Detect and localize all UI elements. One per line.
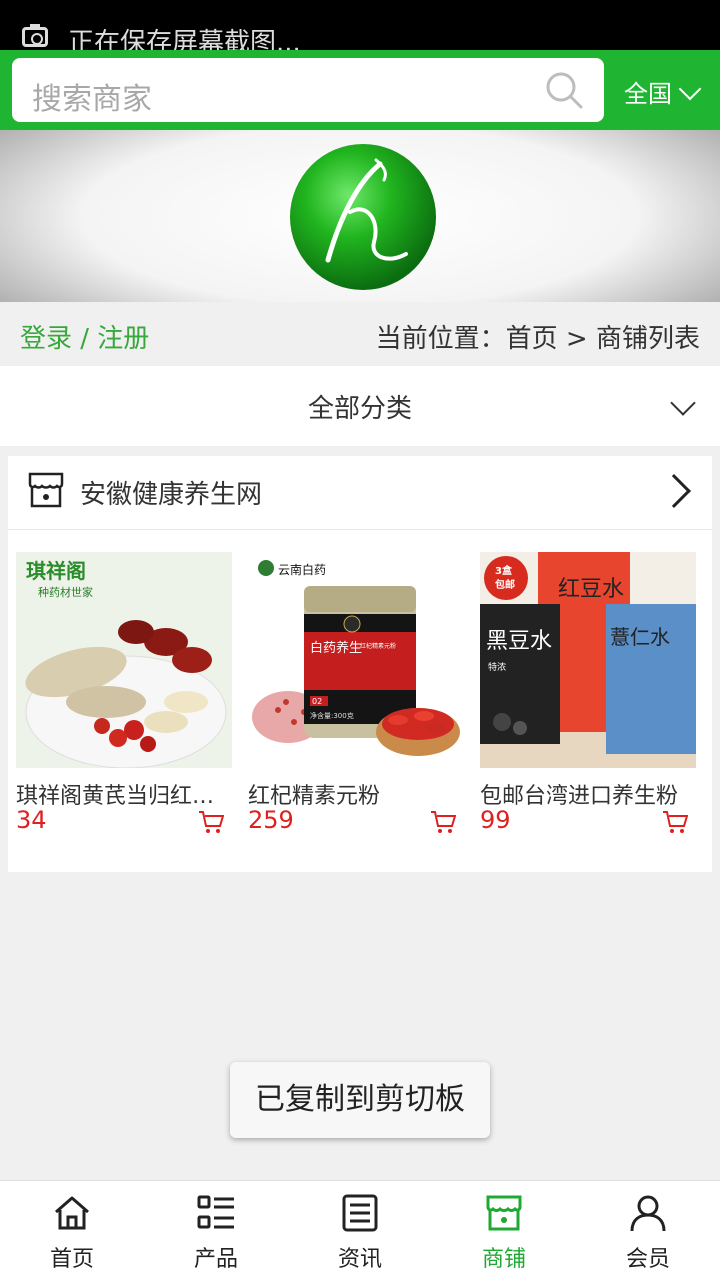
- product-price: 259: [248, 806, 294, 834]
- nav-item-shops[interactable]: 商铺: [432, 1181, 576, 1280]
- nav-label: 产品: [193, 1247, 238, 1272]
- region-selector[interactable]: 全国: [624, 74, 702, 109]
- breadcrumb-bar: 登录 / 注册 当前位置：首页 > 商铺列表: [0, 302, 720, 366]
- product-image-free-ship: 包邮: [495, 578, 515, 591]
- product-image[interactable]: 红豆水 黑豆水 特浓 薏仁水 3盒 包邮: [480, 552, 696, 768]
- nav-item-member[interactable]: 会员: [576, 1181, 720, 1280]
- product-image-black-bean: 黑豆水: [486, 629, 552, 654]
- product-price: 99: [480, 806, 511, 834]
- product-card[interactable]: 琪祥阁 种药材世家 琪祥阁黄芪当归红枣枸杞 34: [16, 552, 232, 834]
- nav-item-products[interactable]: 产品: [144, 1181, 288, 1280]
- chevron-down-icon: [678, 77, 702, 101]
- login-register-link[interactable]: 登录 / 注册: [20, 318, 149, 355]
- cart-icon[interactable]: [198, 810, 224, 834]
- shop-name: 安徽健康养生网: [80, 480, 263, 510]
- bottom-nav: 首页 产品 资讯 商铺 会员: [0, 1180, 720, 1280]
- nav-item-home[interactable]: 首页: [0, 1181, 144, 1280]
- chevron-right-icon[interactable]: [657, 474, 691, 508]
- cart-icon[interactable]: [662, 810, 688, 834]
- camera-icon: [22, 24, 48, 47]
- product-image-red-bean: 红豆水: [558, 577, 624, 602]
- nav-label: 商铺: [481, 1247, 526, 1272]
- product-image[interactable]: 琪祥阁 种药材世家: [16, 552, 232, 768]
- product-image-box-count: 3盒: [495, 564, 513, 577]
- shop-card: 安徽健康养生网 琪祥阁 种药材世家 琪祥阁黄芪当归红枣 34 云南白药 白药养生…: [8, 456, 712, 872]
- product-image[interactable]: 云南白药 白药养生 红杞精素元粉 02 净含量:300克: [248, 552, 464, 768]
- product-image-brand: 琪祥阁: [26, 559, 86, 583]
- product-image-line: 白药养生: [310, 640, 362, 656]
- herbal-mix-image: 琪祥阁 种药材世家: [16, 552, 232, 768]
- category-dropdown[interactable]: 全部分类: [0, 366, 720, 446]
- region-label: 全国: [624, 80, 672, 108]
- user-icon: [630, 1195, 666, 1232]
- breadcrumb: 当前位置：首页 > 商铺列表: [375, 324, 700, 354]
- product-card[interactable]: 云南白药 白药养生 红杞精素元粉 02 净含量:300克 红杞精素元粉 259: [248, 552, 464, 834]
- search-icon[interactable]: [544, 70, 584, 110]
- nav-label: 资讯: [337, 1247, 382, 1272]
- product-image-slogan: 种药材世家: [38, 585, 93, 599]
- status-bar: 正在保存屏幕截图...: [0, 0, 720, 58]
- product-price: 34: [16, 806, 47, 834]
- drink-boxes-image: 红豆水 黑豆水 特浓 薏仁水 3盒 包邮: [480, 552, 696, 768]
- product-image-name: 红杞精素元粉: [360, 642, 396, 650]
- shop-banner: [0, 130, 720, 302]
- store-icon: [486, 1195, 522, 1231]
- nav-item-news[interactable]: 资讯: [288, 1181, 432, 1280]
- nav-label: 会员: [625, 1247, 670, 1272]
- product-image-weight: 净含量:300克: [310, 711, 354, 720]
- cart-icon[interactable]: [430, 810, 456, 834]
- search-placeholder: 搜索商家: [32, 82, 152, 117]
- category-label: 全部分类: [307, 394, 412, 424]
- copied-toast: 已复制到剪切板: [230, 1062, 490, 1138]
- product-card[interactable]: 红豆水 黑豆水 特浓 薏仁水 3盒 包邮 包邮台湾进口养生粉 99: [480, 552, 696, 834]
- product-image-brand: 云南白药: [278, 562, 326, 577]
- news-icon: [342, 1194, 378, 1232]
- shop-header[interactable]: 安徽健康养生网: [8, 456, 712, 530]
- search-input[interactable]: 搜索商家: [12, 58, 604, 122]
- product-image-barley: 薏仁水: [610, 625, 670, 649]
- brand-logo: [290, 144, 436, 290]
- store-icon: [28, 472, 64, 508]
- product-image-number: 02: [312, 697, 322, 706]
- list-icon: [197, 1195, 234, 1229]
- home-icon: [55, 1196, 89, 1230]
- product-image-rich: 特浓: [488, 661, 506, 673]
- powder-jar-image: 云南白药 白药养生 红杞精素元粉 02 净含量:300克: [248, 552, 464, 768]
- nav-label: 首页: [49, 1247, 94, 1272]
- search-header: 搜索商家 全国: [0, 50, 720, 130]
